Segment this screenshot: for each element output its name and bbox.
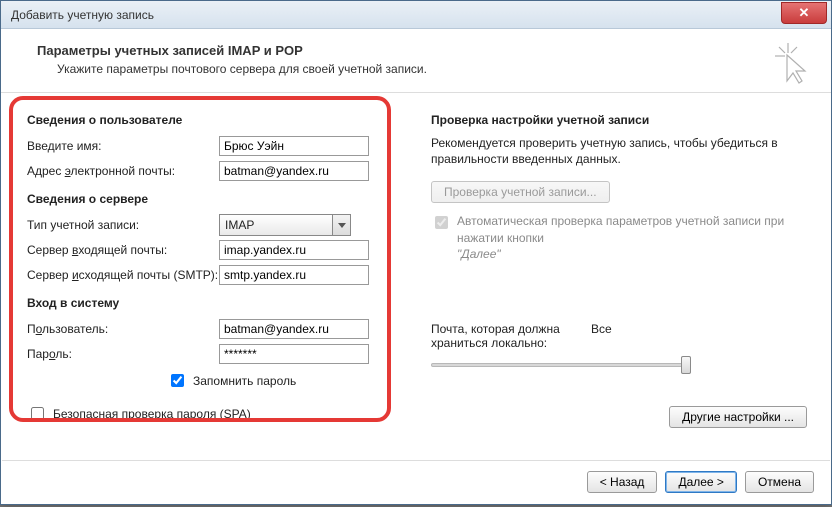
remember-password-checkbox[interactable] [171, 374, 184, 387]
auto-test-checkbox [435, 216, 448, 229]
more-settings-button[interactable]: Другие настройки ... [669, 406, 807, 428]
back-button[interactable]: < Назад [587, 471, 658, 493]
wizard-cursor-icon [775, 43, 809, 90]
section-user: Сведения о пользователе [27, 113, 387, 127]
username-field[interactable] [219, 319, 369, 339]
section-server: Сведения о сервере [27, 192, 387, 206]
right-column: Проверка настройки учетной записи Рекоме… [427, 109, 811, 428]
label-acct-type: Тип учетной записи: [27, 218, 219, 232]
header-pane: Параметры учетных записей IMAP и POP Ука… [1, 29, 831, 93]
label-name: Введите имя: [27, 139, 219, 153]
titlebar: Добавить учетную запись ✕ [1, 1, 831, 29]
label-remember: Запомнить пароль [193, 374, 296, 388]
account-type-value: IMAP [220, 218, 332, 232]
slider-thumb[interactable] [681, 356, 691, 374]
incoming-server-field[interactable] [219, 240, 369, 260]
test-description: Рекомендуется проверить учетную запись, … [431, 135, 811, 167]
outgoing-server-field[interactable] [219, 265, 369, 285]
email-field[interactable] [219, 161, 369, 181]
section-login: Вход в систему [27, 296, 387, 310]
next-button[interactable]: Далее > [665, 471, 737, 493]
section-test: Проверка настройки учетной записи [431, 113, 811, 127]
offline-slider[interactable] [431, 354, 691, 378]
close-icon: ✕ [799, 5, 810, 21]
header-subtitle: Укажите параметры почтового сервера для … [57, 62, 807, 76]
dialog-window: Добавить учетную запись ✕ Параметры учет… [0, 0, 832, 505]
slider-track [431, 363, 691, 367]
spa-checkbox[interactable] [31, 407, 44, 420]
account-type-select[interactable]: IMAP [219, 214, 351, 236]
slider-value: Все [591, 322, 612, 350]
password-field[interactable] [219, 344, 369, 364]
name-field[interactable] [219, 136, 369, 156]
left-column: Сведения о пользователе Введите имя: Адр… [27, 109, 387, 428]
test-account-button[interactable]: Проверка учетной записи... [431, 181, 610, 203]
slider-label: Почта, которая должна храниться локально… [431, 322, 591, 350]
label-user: Пользователь: [27, 322, 219, 336]
label-email: Адрес электронной почты: [27, 164, 219, 178]
label-spa: Безопасная проверка пароля (SPA) [53, 407, 251, 421]
label-password: Пароль: [27, 347, 219, 361]
chevron-down-icon [332, 215, 350, 235]
header-title: Параметры учетных записей IMAP и POP [37, 43, 807, 58]
cancel-button[interactable]: Отмена [745, 471, 814, 493]
window-title: Добавить учетную запись [11, 8, 781, 22]
footer: < Назад Далее > Отмена [2, 460, 830, 503]
label-incoming: Сервер входящей почты: [27, 243, 219, 257]
close-button[interactable]: ✕ [781, 2, 827, 24]
offline-slider-section: Почта, которая должна храниться локально… [431, 322, 811, 378]
dialog-body: Сведения о пользователе Введите имя: Адр… [1, 93, 831, 438]
label-outgoing: Сервер исходящей почты (SMTP): [27, 268, 219, 282]
label-auto-test: Автоматическая проверка параметров учетн… [457, 213, 811, 262]
